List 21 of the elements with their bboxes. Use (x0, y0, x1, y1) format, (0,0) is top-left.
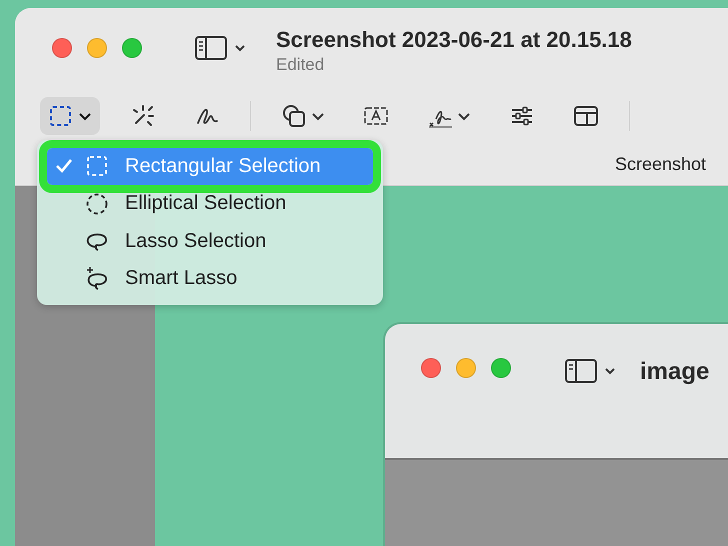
close-button[interactable] (421, 358, 441, 378)
magic-wand-icon (130, 103, 156, 129)
dashed-circle-icon (85, 192, 109, 216)
close-button[interactable] (52, 38, 72, 58)
layout-icon (573, 103, 599, 129)
dashed-rectangle-icon (85, 154, 109, 178)
chevron-icon (78, 111, 92, 121)
menu-item[interactable]: Elliptical Selection (47, 186, 373, 222)
window-title: Screenshot 2023-06-21 at 20.15.18 (276, 27, 632, 53)
edited-label: Edited (276, 55, 326, 75)
smart-lasso-icon (85, 266, 109, 292)
chevron-icon (311, 111, 325, 121)
menu-item[interactable]: Lasso Selection (47, 223, 373, 260)
shapes-icon (281, 103, 307, 129)
document-label: Screenshot (615, 154, 706, 175)
selection-tool-button[interactable] (40, 97, 100, 135)
checkmark-icon (55, 158, 73, 174)
chevron-icon (457, 111, 471, 121)
dashed-rectangle-icon (48, 103, 74, 129)
window-title: image (640, 358, 710, 386)
menu-item[interactable]: Smart Lasso (47, 260, 373, 297)
